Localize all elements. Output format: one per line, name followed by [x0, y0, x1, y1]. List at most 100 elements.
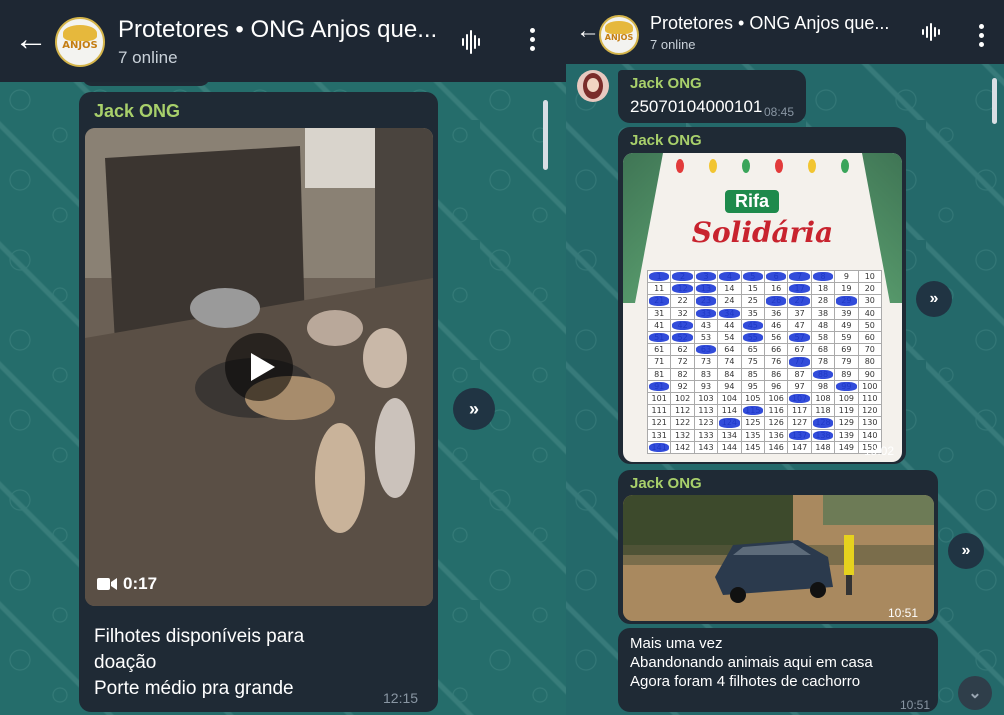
group-avatar[interactable]: ANJOS — [55, 17, 105, 67]
rifa-number-cell: 86 — [764, 368, 789, 381]
voice-chat-icon[interactable] — [922, 23, 940, 41]
video-message[interactable]: Jack ONG 0:17 Filhotes disponíveis para … — [79, 92, 438, 712]
rifa-number-cell: 95 — [741, 380, 765, 393]
scrollbar-thumb[interactable] — [543, 100, 548, 170]
more-vert-icon[interactable] — [979, 24, 984, 47]
play-button[interactable] — [225, 333, 293, 401]
rifa-number-cell: 8 — [811, 271, 836, 284]
rifa-number-cell: 89 — [835, 368, 859, 381]
rifa-number-cell: 7 — [788, 271, 812, 284]
rifa-image[interactable]: Rifa Solidária 1 2 3 4 5 6 7 8 9 10 11 12 13 14 15 16 17… — [623, 153, 902, 462]
photo-image[interactable] — [623, 495, 934, 621]
rifa-number-cell: 108 — [811, 392, 836, 406]
scroll-down-icon[interactable]: ⌄ — [958, 676, 992, 710]
rifa-number-cell: 133 — [694, 429, 719, 442]
rifa-number-cell: 14 — [718, 283, 742, 296]
play-icon — [251, 353, 275, 381]
forward-icon[interactable]: » — [948, 533, 984, 569]
chat-title[interactable]: Protetores • ONG Anjos que... — [118, 16, 437, 44]
image-message[interactable]: Jack ONG Rifa Solidária 1 2 3 4 5 6 7 8 9 10 11 12 1… — [618, 127, 906, 464]
photo-message[interactable]: Jack ONG 10:51 — [618, 470, 938, 624]
rifa-number-cell: 58 — [811, 331, 836, 345]
rifa-number-cell: 124 — [718, 417, 742, 430]
rifa-number-cell: 144 — [718, 441, 742, 454]
rifa-number-cell: 122 — [671, 417, 695, 430]
rifa-number-cell: 146 — [764, 441, 789, 454]
rifa-number-cell: 117 — [788, 405, 812, 418]
rifa-number-cell: 118 — [811, 405, 836, 418]
group-avatar[interactable]: ANJOS — [599, 15, 639, 55]
rifa-number-cell: 57 — [788, 331, 812, 345]
rifa-number-cell: 52 — [671, 331, 695, 345]
rifa-number-cell: 128 — [811, 417, 836, 430]
rifa-number-cell: 119 — [835, 405, 859, 418]
rifa-number-cell: 141 — [648, 441, 672, 454]
more-vert-icon[interactable] — [530, 28, 535, 51]
rifa-number-cell: 72 — [671, 356, 695, 369]
rifa-number-cell: 134 — [718, 429, 742, 442]
rifa-number-cell: 121 — [648, 417, 672, 430]
sender-avatar[interactable] — [577, 70, 609, 102]
video-duration: 0:17 — [123, 574, 158, 593]
back-arrow-icon[interactable]: ← — [576, 17, 600, 45]
rifa-number-cell: 75 — [741, 356, 765, 369]
rifa-number-cell: 16 — [764, 283, 789, 296]
rifa-number-cell: 60 — [858, 331, 882, 345]
rifa-number-cell: 91 — [648, 380, 672, 393]
message-caption: Filhotes disponíveis para doação Porte m… — [94, 624, 304, 702]
rifa-number-cell: 110 — [858, 392, 882, 406]
rifa-number-cell: 54 — [718, 331, 742, 345]
back-arrow-icon[interactable]: ← — [14, 20, 48, 59]
rifa-number-cell: 22 — [671, 295, 695, 308]
rifa-number-cell: 55 — [741, 331, 765, 345]
rifa-number-cell: 145 — [741, 441, 765, 454]
rifa-number-cell: 13 — [694, 283, 719, 296]
rifa-number-cell: 59 — [835, 331, 859, 345]
right-chat-screen: ← ANJOS Protetores • ONG Anjos que... 7 … — [566, 0, 1004, 715]
rifa-number-cell: 61 — [648, 344, 672, 357]
video-thumbnail[interactable]: 0:17 — [85, 128, 433, 606]
message-sender: Jack ONG — [630, 75, 702, 92]
rifa-number-cell: 83 — [694, 368, 719, 381]
text-message[interactable]: Mais uma vez Abandonando animais aqui em… — [618, 628, 938, 712]
rifa-number-cell: 102 — [671, 392, 695, 406]
rifa-number-cell: 11 — [648, 283, 672, 296]
chat-status: 7 online — [118, 48, 178, 67]
voice-chat-icon[interactable] — [462, 30, 480, 54]
rifa-number-cell: 65 — [741, 344, 765, 357]
rifa-number-cell: 47 — [788, 319, 812, 332]
rifa-number-cell: 23 — [694, 295, 719, 308]
rifa-number-cell: 27 — [788, 295, 812, 308]
rifa-number-cell: 85 — [741, 368, 765, 381]
caption-line: Porte médio pra grande — [94, 678, 294, 699]
rifa-number-cell: 112 — [671, 405, 695, 418]
rifa-number-cell: 20 — [858, 283, 882, 296]
rifa-number-cell: 17 — [788, 283, 812, 296]
rifa-number-cell: 53 — [694, 331, 719, 345]
rifa-number-cell: 2 — [671, 271, 695, 284]
rifa-number-cell: 147 — [788, 441, 812, 454]
scrollbar-thumb[interactable] — [992, 78, 997, 124]
left-chat-screen: ← ANJOS Protetores • ONG Anjos que... 7 … — [0, 0, 566, 715]
forward-icon[interactable]: » — [916, 281, 952, 317]
chat-title[interactable]: Protetores • ONG Anjos que... — [650, 13, 889, 34]
rifa-number-cell: 21 — [648, 295, 672, 308]
text-message[interactable]: Jack ONG 25070104000101 08:45 — [618, 70, 806, 123]
rifa-number-cell: 104 — [718, 392, 742, 406]
forward-icon[interactable]: » — [453, 388, 495, 430]
rifa-number-cell: 130 — [858, 417, 882, 430]
rifa-number-cell: 48 — [811, 319, 836, 332]
rifa-number-cell: 107 — [788, 392, 812, 406]
rifa-number-cell: 92 — [671, 380, 695, 393]
rifa-number-cell: 135 — [741, 429, 765, 442]
rifa-number-cell: 71 — [648, 356, 672, 369]
message-sender: Jack ONG — [630, 132, 702, 149]
rifa-number-cell: 139 — [835, 429, 859, 442]
rifa-number-cell: 9 — [835, 271, 859, 284]
rifa-number-cell: 29 — [835, 295, 859, 308]
rifa-number-cell: 76 — [764, 356, 789, 369]
rifa-number-cell: 64 — [718, 344, 742, 357]
rifa-number-cell: 69 — [835, 344, 859, 357]
rifa-number-cell: 44 — [718, 319, 742, 332]
rifa-number-cell: 97 — [788, 380, 812, 393]
